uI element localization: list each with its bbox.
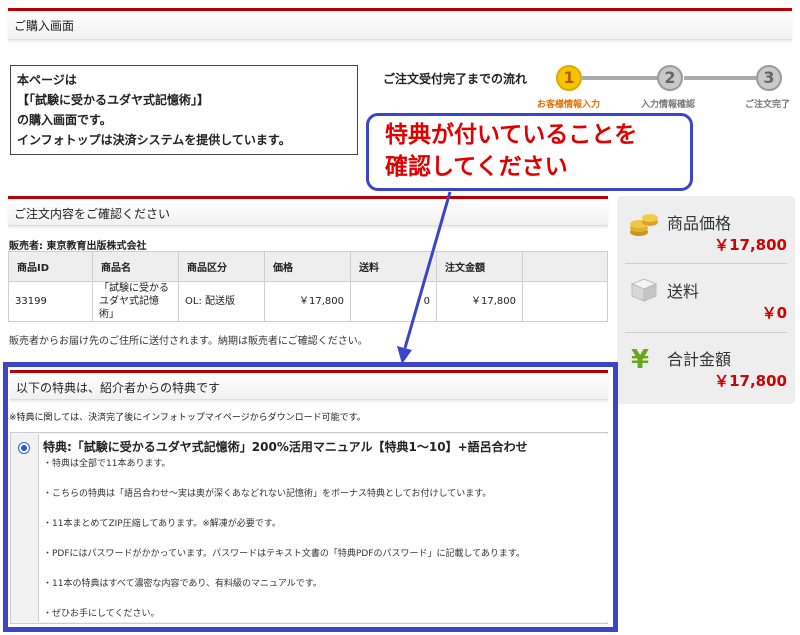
callout-line: 特典が付いていることを [385,122,638,148]
callout-arrow [397,191,452,364]
callout-box: 特典が付いていることを 確認してください [366,113,693,191]
callout-line: 確認してください [385,154,568,180]
